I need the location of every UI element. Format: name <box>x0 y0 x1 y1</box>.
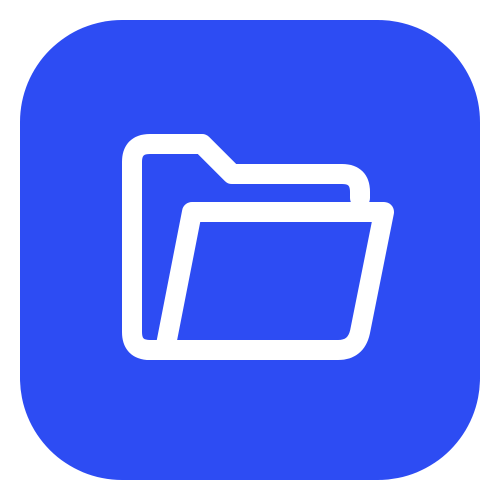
folder-front-outline <box>155 202 394 360</box>
open-folder-icon <box>122 134 394 360</box>
app-icon-tile[interactable] <box>20 20 480 480</box>
